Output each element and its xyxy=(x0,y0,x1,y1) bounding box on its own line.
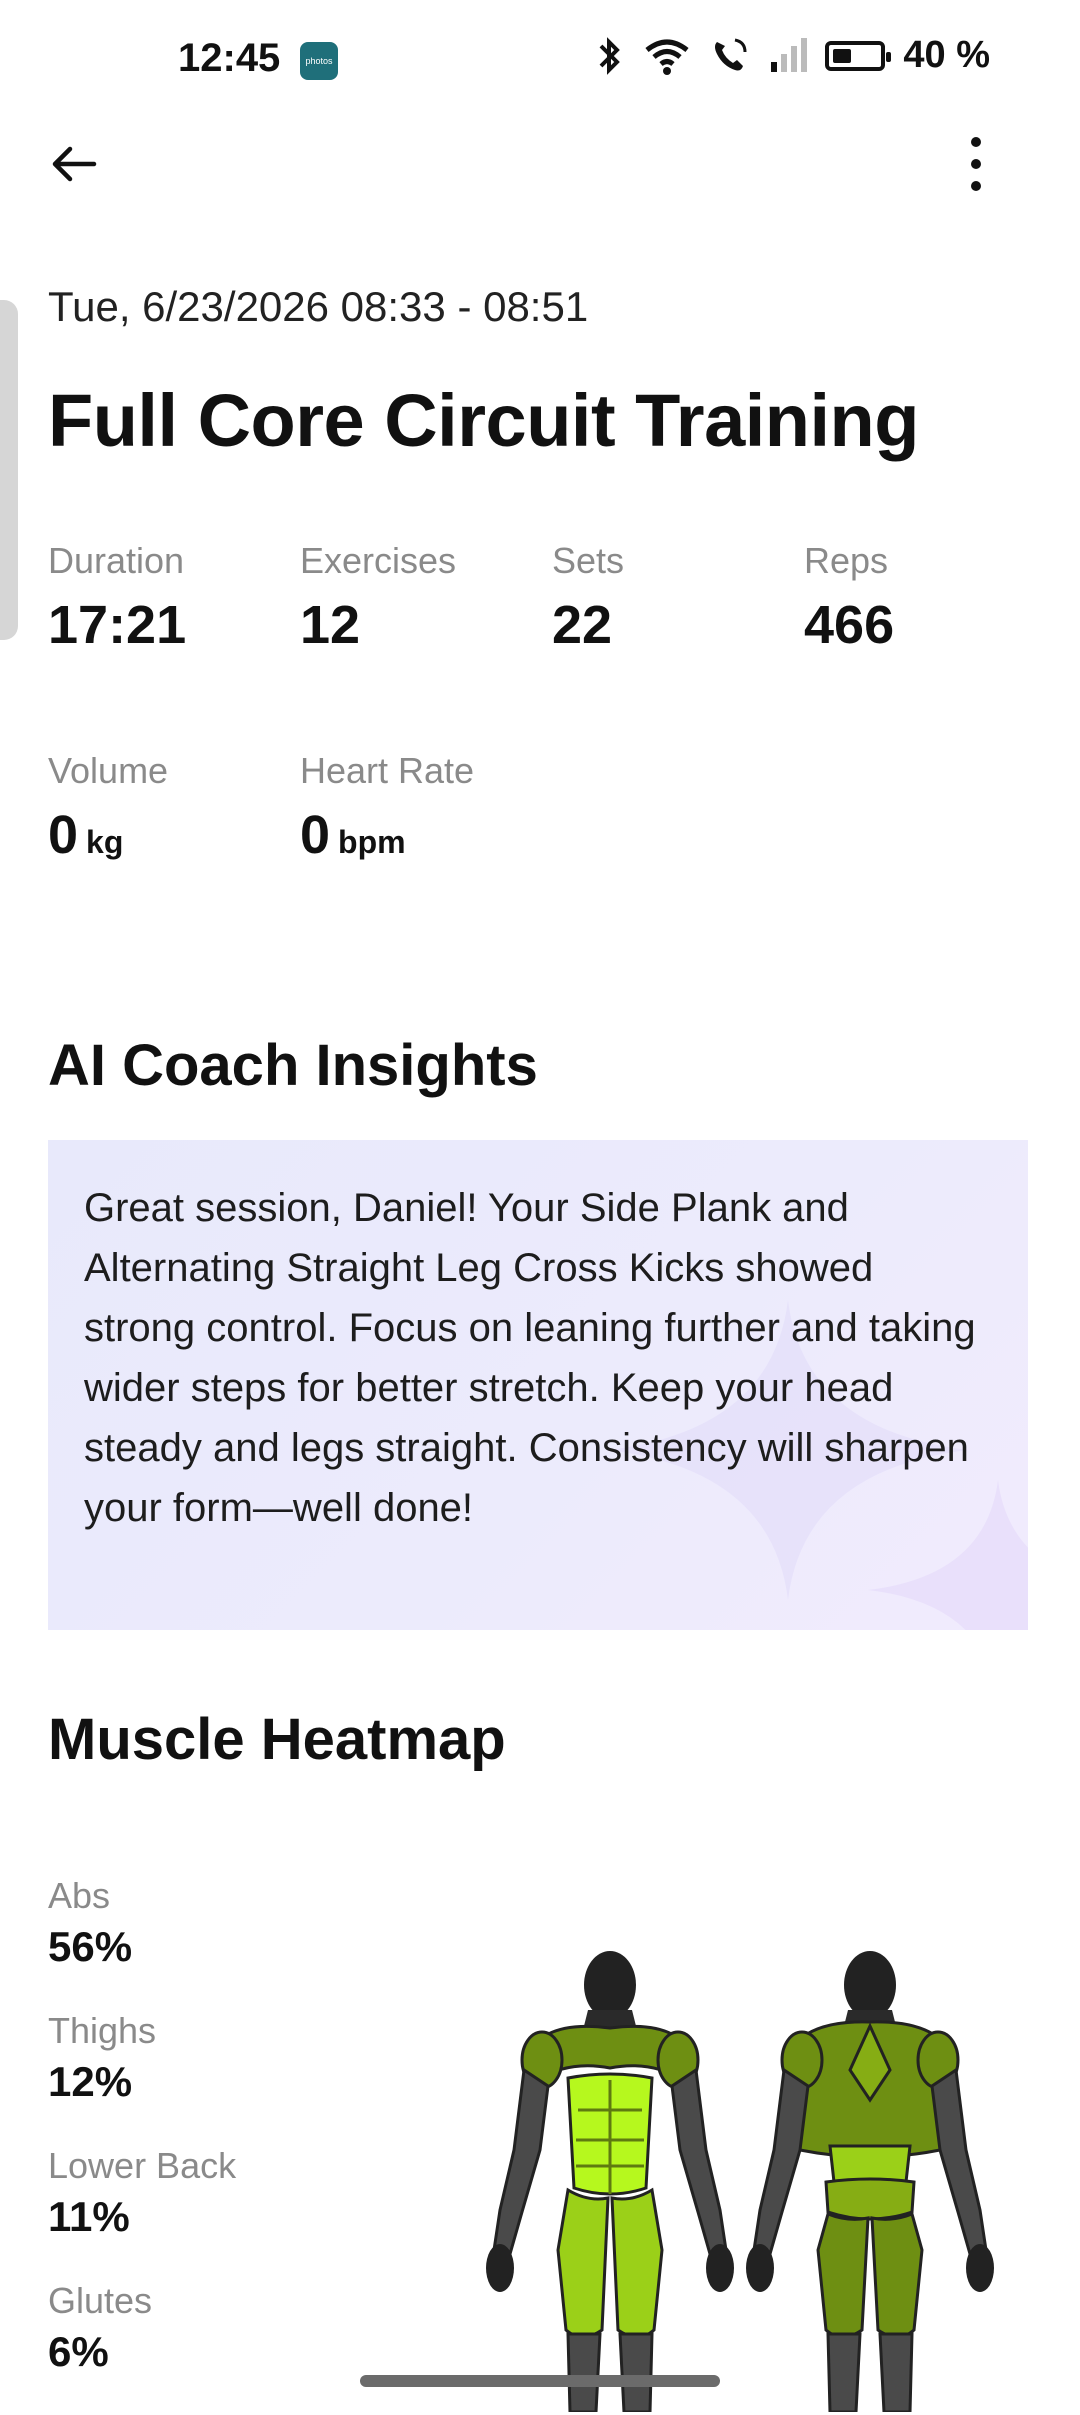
stat-value: 0 xyxy=(48,805,79,865)
muscle-item: Glutes 6% xyxy=(48,2280,236,2415)
shin-right-front xyxy=(618,2332,654,2412)
stat-exercises: Exercises 12 xyxy=(300,540,456,656)
stat-unit: kg xyxy=(86,824,124,860)
stat-label: Reps xyxy=(804,540,889,581)
muscle-heatmap-figure xyxy=(486,1951,994,2412)
stat-value: 22 xyxy=(552,595,613,655)
lower-back xyxy=(828,2144,912,2184)
muscle-item: Lower Back 11% xyxy=(48,2145,236,2280)
wifi-icon xyxy=(645,39,689,75)
stat-value: 0 xyxy=(300,805,331,865)
muscle-value: 11% xyxy=(48,2193,130,2240)
hamstring-right xyxy=(870,2211,924,2339)
more-vertical-icon xyxy=(971,137,981,147)
side-drawer-handle[interactable] xyxy=(0,300,18,640)
stat-value: 466 xyxy=(804,595,895,655)
body-front xyxy=(486,1951,734,2412)
muscle-item: Thighs 12% xyxy=(48,2010,236,2145)
battery-level xyxy=(833,48,852,63)
stat-value: 12 xyxy=(300,595,361,655)
signal-icon xyxy=(771,37,808,72)
muscle-label: Lower Back xyxy=(48,2145,237,2186)
hand-right xyxy=(706,2244,734,2292)
stat-duration: Duration 17:21 xyxy=(48,540,186,656)
stat-unit: bpm xyxy=(338,824,406,860)
arrow-left-icon xyxy=(52,146,97,182)
status-icons: 40 % xyxy=(595,34,990,77)
heatmap-section-title: Muscle Heatmap xyxy=(48,1707,506,1772)
stat-value-row: 0 kg xyxy=(48,804,168,866)
arm-left-front xyxy=(492,2067,550,2256)
stat-heart-rate: Heart Rate 0 bpm xyxy=(300,750,474,866)
muscle-value: 56% xyxy=(48,1923,133,1970)
insights-section-title: AI Coach Insights xyxy=(48,1033,538,1098)
wifi-calling-icon xyxy=(715,38,747,70)
hamstring-left xyxy=(816,2211,870,2339)
body-back xyxy=(746,1951,994,2412)
hand-left xyxy=(486,2244,514,2292)
stat-value: 17:21 xyxy=(48,595,187,655)
insights-text: Great session, Daniel! Your Side Plank a… xyxy=(84,1186,976,1530)
back-button[interactable] xyxy=(40,130,108,198)
muscle-value: 6% xyxy=(48,2328,109,2375)
head-front xyxy=(584,1951,636,2019)
stat-reps: Reps 466 xyxy=(804,540,894,656)
muscle-label: Thighs xyxy=(48,2010,157,2051)
stat-sets: Sets 22 xyxy=(552,540,624,656)
thigh-right-front xyxy=(610,2187,664,2339)
photos-app-icon: photos xyxy=(300,42,338,80)
muscle-label: Glutes xyxy=(48,2280,153,2321)
muscle-item: Abs 56% xyxy=(48,1875,236,2010)
stat-label: Exercises xyxy=(300,540,457,581)
workout-title: Full Core Circuit Training xyxy=(48,379,919,462)
shin-left-front xyxy=(566,2332,602,2412)
arm-right-front xyxy=(670,2067,728,2256)
stat-value-row: 0 bpm xyxy=(300,804,474,866)
stat-label: Heart Rate xyxy=(300,750,475,791)
more-options-button[interactable] xyxy=(948,128,1004,200)
more-vertical-icon-dot xyxy=(971,181,981,191)
stat-label: Duration xyxy=(48,540,185,581)
head-back xyxy=(844,1951,896,2019)
muscle-label: Abs xyxy=(48,1875,111,1916)
stat-label: Sets xyxy=(552,540,625,581)
hand-back-right xyxy=(966,2244,994,2292)
thigh-left-front xyxy=(556,2187,610,2339)
battery-icon xyxy=(825,40,892,71)
calf-left xyxy=(826,2332,862,2412)
stat-volume: Volume 0 kg xyxy=(48,750,168,866)
calf-right xyxy=(878,2332,914,2412)
muscle-list: Abs 56% Thighs 12% Lower Back 11% Glutes… xyxy=(48,1875,236,2415)
battery-percent: 40 % xyxy=(903,34,990,76)
bluetooth-icon xyxy=(599,36,621,75)
muscle-value: 12% xyxy=(48,2058,133,2105)
hand-back-left xyxy=(746,2244,774,2292)
workout-datetime: Tue, 6/23/2026 08:33 - 08:51 xyxy=(48,283,589,330)
arm-left-back xyxy=(752,2067,810,2256)
arm-right-back xyxy=(930,2067,988,2256)
home-indicator[interactable] xyxy=(360,2375,720,2387)
status-time: 12:45 xyxy=(178,36,281,80)
more-vertical-icon-dot xyxy=(971,159,981,169)
stat-label: Volume xyxy=(48,750,169,791)
insights-card: Great session, Daniel! Your Side Plank a… xyxy=(48,1140,1028,1630)
glutes xyxy=(824,2177,916,2221)
